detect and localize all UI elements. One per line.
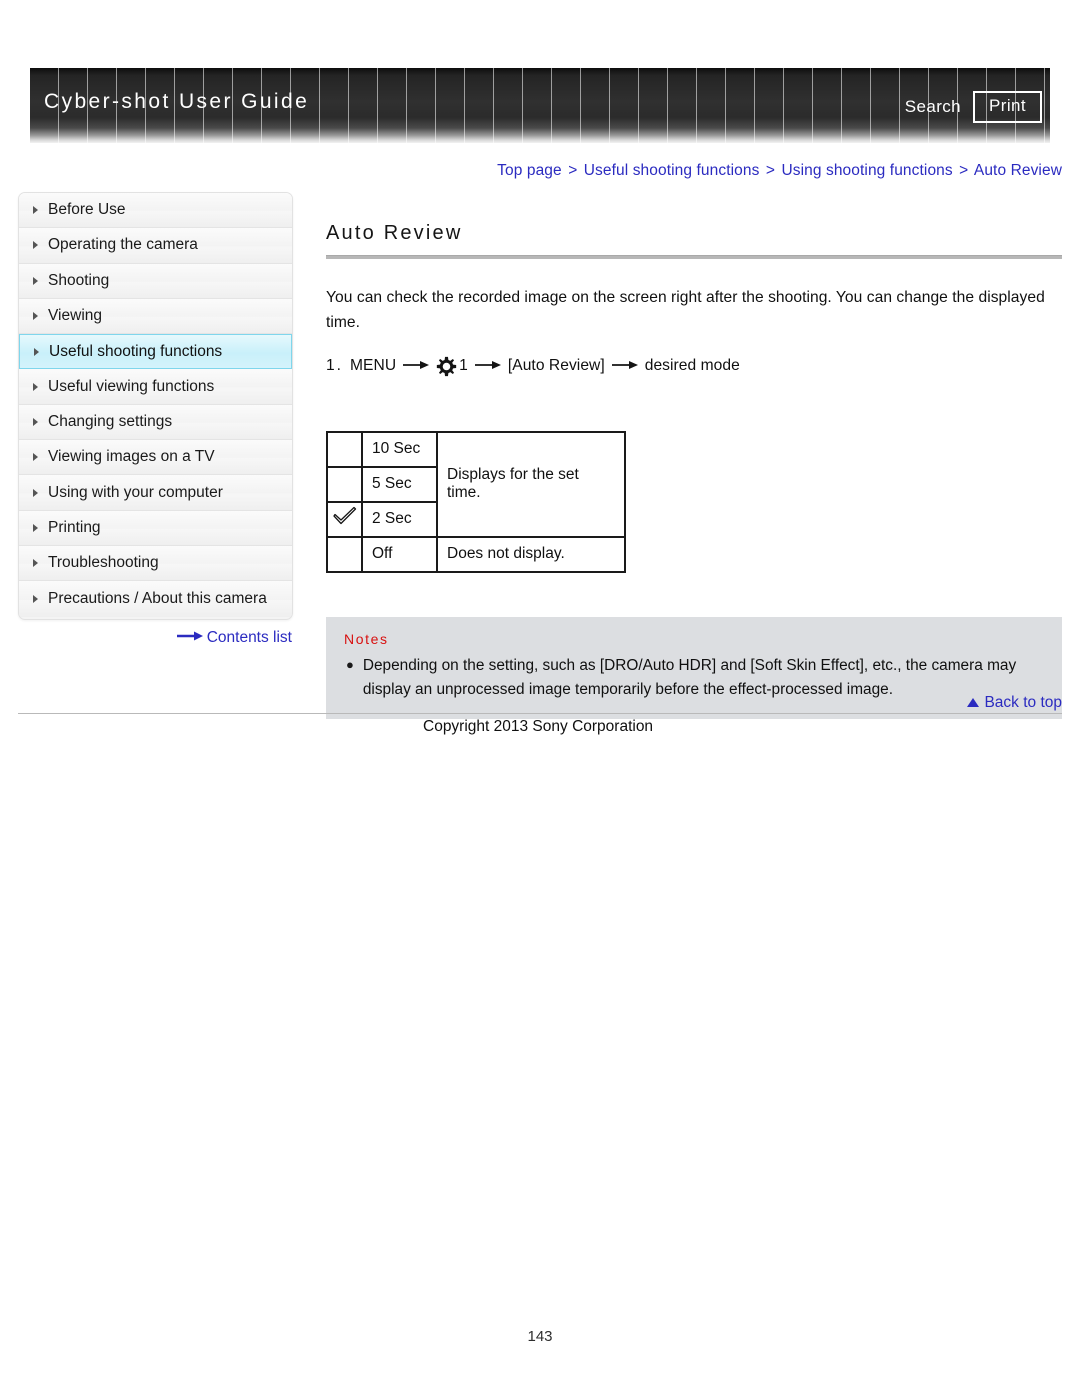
chevron-right-icon — [33, 488, 38, 497]
row-value-cell: 5 Sec — [361, 465, 438, 503]
footer-divider — [18, 713, 1062, 714]
setting-name-label: [Auto Review] — [507, 357, 605, 374]
row-description-cell: Does not display. — [436, 535, 626, 573]
gear-menu-number: 1 — [459, 357, 468, 374]
sidebar-item-using-with-your-computer[interactable]: Using with your computer — [19, 475, 292, 511]
intro-paragraph: You can check the recorded image on the … — [326, 289, 1045, 332]
row-value-cell: 10 Sec — [361, 430, 438, 468]
row-check-cell — [326, 430, 363, 468]
notes-title: Notes — [344, 630, 389, 647]
site-header: Cyber-shot User Guide Search Print — [30, 68, 1050, 143]
breadcrumb-separator: > — [959, 162, 969, 179]
sidebar-item-troubleshooting[interactable]: Troubleshooting — [19, 545, 292, 582]
sidebar-item-label: Operating the camera — [48, 236, 198, 254]
site-title: Cyber-shot User Guide — [44, 90, 310, 113]
page-number: 143 — [527, 1328, 553, 1345]
row-description-cell: Displays for the set time. — [436, 430, 626, 538]
page-title: Auto Review — [326, 222, 463, 244]
check-icon — [332, 506, 357, 532]
chevron-right-icon — [33, 312, 38, 321]
search-link[interactable]: Search — [905, 97, 961, 117]
sidebar-item-label: Useful viewing functions — [48, 377, 215, 395]
header-actions: Search Print — [905, 91, 1042, 123]
chevron-right-icon — [33, 241, 38, 250]
sidebar-item-printing[interactable]: Printing — [19, 510, 292, 546]
sidebar-item-label: Shooting — [48, 271, 110, 289]
sidebar-item-precautions-about-this-camera[interactable]: Precautions / About this camera — [19, 581, 292, 617]
step-instruction: 1. MENU 1 [Auto Review] desired mode — [326, 356, 1062, 377]
back-to-top-label: Back to top — [984, 694, 1062, 711]
contents-list-label: Contents list — [206, 629, 292, 646]
sidebar-item-before-use[interactable]: Before Use — [19, 193, 292, 229]
breadcrumb-item-auto-review[interactable]: Auto Review — [974, 162, 1062, 179]
note-text: Depending on the setting, such as [DRO/A… — [362, 656, 1017, 699]
desired-mode-label: desired mode — [644, 357, 740, 374]
table-row: Off Does not display. — [326, 535, 626, 573]
breadcrumb-separator: > — [765, 162, 776, 179]
sidebar-item-viewing[interactable]: Viewing — [19, 298, 292, 335]
breadcrumb-separator: > — [568, 162, 578, 179]
menu-label: MENU — [350, 357, 397, 374]
sidebar-item-label: Precautions / About this camera — [48, 589, 267, 607]
chevron-right-icon — [34, 347, 39, 356]
back-to-top-link[interactable]: Back to top — [967, 694, 1062, 712]
row-check-cell — [326, 535, 363, 573]
title-divider — [326, 255, 1062, 259]
main-content: Auto Review You can check the recorded i… — [326, 222, 1062, 720]
sidebar-item-label: Using with your computer — [48, 483, 223, 501]
print-button[interactable]: Print — [973, 91, 1042, 123]
chevron-right-icon — [33, 594, 38, 603]
table-row: 10 Sec Displays for the set time. — [326, 430, 626, 538]
auto-review-options-table: 10 Sec Displays for the set time. 5 Sec — [326, 430, 626, 573]
arrow-right-glyph-1 — [403, 357, 430, 375]
sidebar-item-label: Viewing — [48, 307, 103, 325]
breadcrumb-item-top-page[interactable]: Top page — [497, 162, 562, 179]
breadcrumb-item-useful-shooting-functions[interactable]: Useful shooting functions — [584, 162, 760, 179]
row-check-cell — [326, 465, 363, 503]
bullet-icon: ● — [346, 656, 354, 672]
sidebar-item-changing-settings[interactable]: Changing settings — [19, 404, 292, 441]
chevron-right-icon — [33, 382, 38, 391]
sidebar-item-operating-the-camera[interactable]: Operating the camera — [19, 228, 292, 264]
sidebar-nav: Before Use Operating the camera Shooting… — [18, 192, 293, 620]
row-value-cell: Off — [361, 535, 438, 573]
chevron-right-icon — [33, 453, 38, 462]
sidebar-item-label: Printing — [48, 518, 101, 536]
arrow-right-glyph-2 — [474, 357, 501, 375]
step-number: 1. — [326, 357, 344, 374]
row-check-cell — [326, 500, 363, 538]
breadcrumb-item-using-shooting-functions[interactable]: Using shooting functions — [781, 162, 952, 179]
note-list-item: ● Depending on the setting, such as [DRO… — [344, 654, 1044, 704]
sidebar-item-label: Troubleshooting — [48, 554, 159, 572]
notes-box: Notes ● Depending on the setting, such a… — [326, 616, 1062, 720]
sidebar-item-useful-shooting-functions[interactable]: Useful shooting functions — [19, 334, 292, 370]
sidebar-item-useful-viewing-functions[interactable]: Useful viewing functions — [19, 369, 292, 405]
arrow-right-icon — [176, 628, 203, 646]
contents-list-link[interactable]: Contents list — [18, 628, 293, 647]
chevron-right-icon — [33, 523, 38, 532]
copyright-text: Copyright 2013 Sony Corporation — [423, 718, 654, 735]
chevron-right-icon — [33, 417, 38, 426]
triangle-up-icon — [967, 698, 980, 707]
breadcrumb: Top page > Useful shooting functions > U… — [497, 162, 1062, 180]
sidebar-item-shooting[interactable]: Shooting — [19, 263, 292, 299]
chevron-right-icon — [33, 206, 38, 215]
sidebar-item-label: Useful shooting functions — [49, 342, 223, 360]
sidebar-item-viewing-images-on-a-tv[interactable]: Viewing images on a TV — [19, 440, 292, 476]
page-root: Cyber-shot User Guide Search Print Top p… — [0, 0, 1080, 1397]
arrow-right-glyph-3 — [611, 357, 638, 375]
sidebar-item-label: Changing settings — [48, 412, 173, 430]
sidebar-item-label: Before Use — [48, 201, 126, 219]
sidebar-item-label: Viewing images on a TV — [48, 448, 215, 466]
chevron-right-icon — [33, 276, 38, 285]
row-value-cell: 2 Sec — [361, 500, 438, 538]
gear-icon — [436, 356, 457, 377]
chevron-right-icon — [33, 559, 38, 568]
